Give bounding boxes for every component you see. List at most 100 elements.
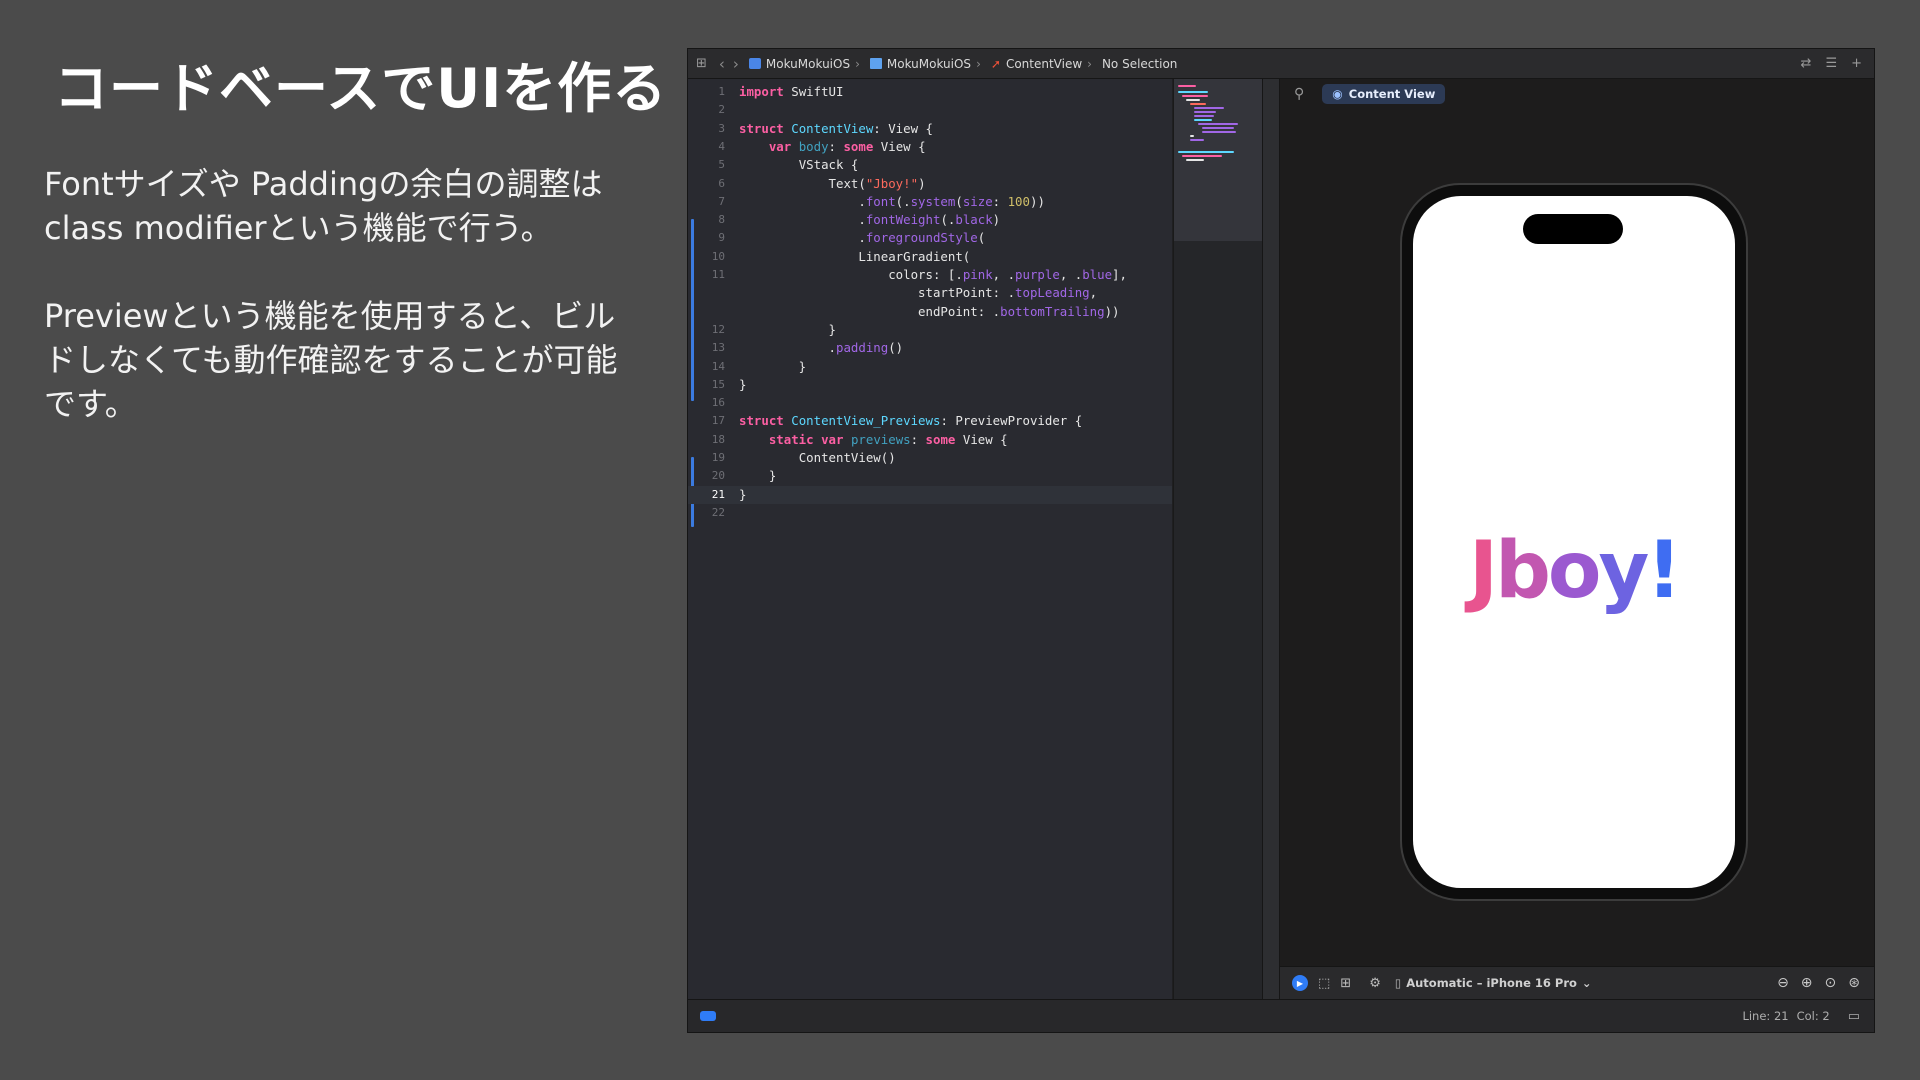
minimap[interactable] xyxy=(1173,79,1262,999)
code-text: .foregroundStyle( xyxy=(739,230,986,246)
code-text: .fontWeight(.black) xyxy=(739,212,1001,228)
line-number-gutter: 2 xyxy=(718,103,725,117)
breadcrumb-folder[interactable]: MokuMokuiOS › xyxy=(869,57,981,71)
code-line[interactable]: 8 .fontWeight(.black) xyxy=(688,211,1172,229)
code-text: colors: [.pink, .purple, .blue], xyxy=(888,267,1127,282)
line-number-gutter: 20 xyxy=(711,469,725,483)
line-number-gutter: 5 xyxy=(718,158,725,172)
code-line[interactable]: 1 import SwiftUI xyxy=(688,83,1172,101)
line-number-gutter: 6 xyxy=(718,176,725,190)
dynamic-island xyxy=(1523,214,1623,244)
code-text: } xyxy=(739,321,836,337)
code-line[interactable]: 21} xyxy=(688,485,1172,504)
code-line[interactable]: 11 colors: [.pink, .purple, .blue], xyxy=(688,266,1172,284)
line-number-gutter: 21 xyxy=(711,487,725,501)
line-number-gutter: 14 xyxy=(711,359,725,373)
code-text: LinearGradient( xyxy=(858,248,971,264)
chevron-down-icon: ⌄ xyxy=(1581,976,1592,990)
code-text: endPoint: .bottomTrailing)) xyxy=(918,303,1120,319)
status-bar: Line: 21 Col: 2 ▭ xyxy=(688,999,1874,1032)
code-text: VStack { xyxy=(798,157,859,173)
code-line[interactable]: 9 .foregroundStyle( xyxy=(688,229,1172,247)
line-number: Line: 21 xyxy=(1742,1009,1789,1023)
editor-options-icon[interactable]: ☰ xyxy=(1825,56,1837,71)
code-text: Text("Jboy!") xyxy=(828,175,926,191)
code-line[interactable]: 6 Text("Jboy!") xyxy=(688,175,1172,193)
zoom-actual-size-icon[interactable]: ⊙ xyxy=(1825,975,1837,991)
folder-icon xyxy=(869,58,882,69)
code-line[interactable]: 10 LinearGradient( xyxy=(688,248,1172,266)
line-number-gutter: 9 xyxy=(718,231,725,245)
code-line[interactable]: 14 } xyxy=(688,358,1172,376)
line-number-gutter: 22 xyxy=(711,505,725,519)
live-preview-icon[interactable]: ▶ xyxy=(1292,975,1308,991)
preview-char: J xyxy=(1469,526,1498,616)
jump-bar: ⊞ ‹ › MokuMokuiOS › MokuMokuiOS › ➚ Conten… xyxy=(688,49,1874,79)
code-line[interactable]: 2 xyxy=(688,101,1172,119)
forward-chevron-icon[interactable]: › xyxy=(733,55,739,73)
zoom-in-icon[interactable]: ⊕ xyxy=(1801,975,1813,991)
code-line[interactable]: 12 } xyxy=(688,321,1172,339)
code-text: struct ContentView_Previews: PreviewProv… xyxy=(739,413,1083,429)
code-line[interactable]: 13 .padding() xyxy=(688,339,1172,357)
code-line[interactable]: 18 static var previews: some View { xyxy=(688,431,1172,449)
preview-char: ! xyxy=(1646,526,1682,616)
code-line[interactable]: 22 xyxy=(688,504,1172,522)
pin-icon[interactable]: ⚲ xyxy=(1294,86,1304,102)
line-number-gutter: 15 xyxy=(711,377,725,391)
add-editor-icon[interactable]: + xyxy=(1851,56,1862,71)
toggle-panel-icon[interactable]: ▭ xyxy=(1848,1009,1860,1024)
breadcrumb-selection[interactable]: No Selection xyxy=(1102,57,1177,71)
code-text: .font(.system(size: 100)) xyxy=(739,193,1045,209)
code-line[interactable]: 19 ContentView() xyxy=(688,449,1172,467)
code-line[interactable]: 15} xyxy=(688,376,1172,394)
code-line[interactable]: 7 .font(.system(size: 100)) xyxy=(688,193,1172,211)
line-number-gutter: 3 xyxy=(718,121,725,135)
zoom-out-icon[interactable]: ⊖ xyxy=(1777,975,1789,991)
preview-char: b xyxy=(1495,526,1551,616)
preview-char: y xyxy=(1598,526,1650,616)
column-number: Col: 2 xyxy=(1796,1009,1830,1023)
code-text: startPoint: .topLeading, xyxy=(918,285,1098,301)
code-line[interactable]: 4 var body: some View { xyxy=(688,138,1172,156)
debug-area-indicator[interactable] xyxy=(700,1011,716,1021)
device-settings-icon[interactable]: ⚙ xyxy=(1369,976,1381,991)
code-text: struct ContentView: View { xyxy=(739,120,933,136)
swap-icon[interactable]: ⇄ xyxy=(1801,56,1812,71)
selectable-mode-icon[interactable]: ⬚ xyxy=(1318,976,1330,991)
preview-tab-content-view[interactable]: ◉ Content View xyxy=(1322,84,1446,104)
iphone-device-frame: Jboy! xyxy=(1402,185,1746,899)
code-line[interactable]: 16 xyxy=(688,394,1172,412)
zoom-to-fit-icon[interactable]: ⊛ xyxy=(1848,975,1860,991)
variants-icon[interactable]: ⊞ xyxy=(1340,976,1351,991)
iphone-screen[interactable]: Jboy! xyxy=(1413,196,1735,888)
related-items-icon[interactable]: ⊞ xyxy=(696,56,707,71)
line-number-gutter: 19 xyxy=(711,451,725,464)
code-editor[interactable]: 1 import SwiftUI 2 3 struct ContentView: Vie… xyxy=(688,79,1172,999)
line-number-gutter: 7 xyxy=(718,194,725,208)
canvas-bottom-bar: ▶ ⬚ ⊞ ⚙ ▯ Automatic – iPhone 16 Pro ⌄ ⊖ … xyxy=(1280,966,1874,999)
code-line[interactable]: 3 struct ContentView: View { xyxy=(688,120,1172,138)
code-line[interactable]: 20 } xyxy=(688,467,1172,485)
code-line[interactable]: startPoint: .topLeading, xyxy=(688,284,1172,302)
pane-divider[interactable] xyxy=(1262,79,1280,999)
breadcrumb-file[interactable]: ➚ ContentView › xyxy=(991,57,1092,71)
device-selector[interactable]: ▯ Automatic – iPhone 16 Pro ⌄ xyxy=(1395,976,1592,990)
code-text: } xyxy=(739,376,747,392)
code-text: var body: some View { xyxy=(768,138,926,154)
code-line[interactable]: 17 struct ContentView_Previews: PreviewPr… xyxy=(688,412,1172,430)
code-line[interactable]: 5 VStack { xyxy=(688,156,1172,174)
line-number-gutter: 16 xyxy=(711,396,725,410)
code-text: static var previews: some View { xyxy=(768,431,1008,447)
code-text: } xyxy=(739,358,807,374)
code-text: .padding() xyxy=(739,340,904,356)
xcode-window: ⊞ ‹ › MokuMokuiOS › MokuMokuiOS › ➚ Conten… xyxy=(687,48,1875,1033)
code-text: ContentView() xyxy=(798,450,896,465)
breadcrumb-project[interactable]: MokuMokuiOS › xyxy=(748,57,860,71)
line-number-gutter: 17 xyxy=(711,414,725,428)
back-chevron-icon[interactable]: ‹ xyxy=(719,55,725,73)
preview-char: o xyxy=(1547,526,1602,616)
line-number-gutter: 10 xyxy=(711,249,725,263)
code-line[interactable]: endPoint: .bottomTrailing)) xyxy=(688,303,1172,321)
code-text: } xyxy=(739,486,747,502)
